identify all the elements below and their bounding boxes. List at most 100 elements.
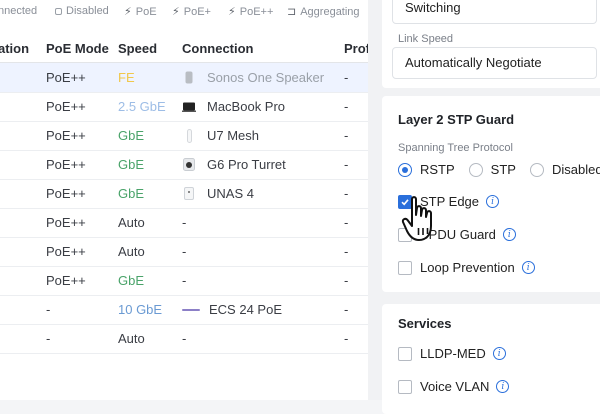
- connection-cell: -: [182, 331, 186, 346]
- table-header: ation PoE Mode Speed Connection Prof: [0, 35, 368, 63]
- services-title: Services: [398, 316, 452, 331]
- square-icon: [55, 7, 62, 15]
- table-row[interactable]: PoE++ FE Sonos One Speaker -: [0, 63, 368, 93]
- column-header[interactable]: ation: [0, 41, 29, 56]
- legend-label: PoE++: [239, 5, 274, 18]
- speed-cell: Auto: [118, 331, 145, 346]
- poe-mode-cell: -: [46, 331, 51, 346]
- legend-label: Disabled: [66, 5, 109, 17]
- link-line-icon: [182, 303, 200, 317]
- speed-cell: FE: [118, 70, 135, 85]
- table-row[interactable]: PoE++ 2.5 GbE MacBook Pro -: [0, 92, 368, 122]
- connection-cell: UNAS 4: [182, 186, 254, 201]
- table-row[interactable]: PoE++ GbE G6 Pro Turret -: [0, 150, 368, 180]
- column-header-poe-mode[interactable]: PoE Mode: [46, 41, 109, 56]
- speed-cell: 10 GbE: [118, 302, 163, 317]
- hand-cursor-icon: [401, 196, 432, 241]
- voice-vlan-checkbox[interactable]: [398, 379, 412, 394]
- profile-cell: -: [344, 302, 349, 317]
- radio-stp[interactable]: [468, 162, 483, 177]
- poe-mode-cell: PoE++: [46, 273, 86, 288]
- column-header-connection[interactable]: Connection: [182, 41, 254, 56]
- services-card: Services LLDP-MED i Voice VLAN i: [382, 304, 600, 414]
- spanning-tree-protocol-label: Spanning Tree Protocol: [398, 142, 513, 154]
- profile-cell: -: [344, 215, 349, 230]
- connection-name: G6 Pro Turret: [207, 157, 286, 172]
- speed-cell: Auto: [118, 244, 145, 259]
- poe-mode-cell: PoE++: [46, 244, 86, 259]
- table-row[interactable]: PoE++ GbE UNAS 4 -: [0, 179, 368, 209]
- voice-vlan-row: Voice VLAN i: [398, 379, 510, 394]
- ports-table-area: nnected Disabled ⚡ PoE ⚡ PoE+ ⚡ PoE++ ⊐ …: [0, 0, 368, 400]
- column-header-profile[interactable]: Prof: [344, 41, 368, 56]
- table-row[interactable]: PoE++ GbE - -: [0, 266, 368, 296]
- loop-prevention-checkbox[interactable]: [398, 260, 412, 275]
- legend-poe-plusplus: ⚡ PoE++: [228, 5, 274, 19]
- speed-cell: GbE: [118, 273, 145, 288]
- connection-name: -: [182, 215, 187, 230]
- radio-label-stp: STP: [490, 162, 516, 177]
- connection-cell: MacBook Pro: [182, 99, 285, 114]
- profile-cell: -: [344, 186, 349, 201]
- legend-label: Aggregating: [300, 5, 360, 18]
- poe-mode-cell: -: [46, 302, 51, 317]
- connection-name: U7 Mesh: [207, 128, 260, 143]
- radio-rstp[interactable]: [398, 162, 412, 177]
- profile-cell: -: [344, 99, 349, 114]
- info-icon[interactable]: i: [486, 195, 500, 208]
- link-speed-select[interactable]: Automatically Negotiate: [392, 47, 597, 79]
- legend-label: PoE: [135, 5, 157, 18]
- profile-cell: -: [344, 331, 349, 346]
- table-row[interactable]: PoE++ Auto - -: [0, 208, 368, 238]
- connection-name: ECS 24 PoE: [209, 302, 282, 317]
- table-row[interactable]: PoE++ GbE U7 Mesh -: [0, 121, 368, 151]
- legend-label: nnected: [0, 5, 38, 17]
- lldp-med-label: LLDP-MED: [420, 346, 486, 361]
- legend-poe-plus: ⚡ PoE+: [172, 5, 211, 19]
- connection-cell: G6 Pro Turret: [182, 157, 286, 172]
- poe-mode-cell: PoE++: [46, 157, 86, 172]
- lldp-med-row: LLDP-MED i: [398, 346, 506, 361]
- poe-mode-cell: PoE++: [46, 99, 86, 114]
- table-row[interactable]: - 10 GbE ECS 24 PoE -: [0, 295, 368, 325]
- stp-guard-card: Layer 2 STP Guard Spanning Tree Protocol…: [382, 96, 600, 292]
- info-icon[interactable]: i: [502, 228, 516, 241]
- info-icon[interactable]: i: [492, 347, 506, 360]
- speed-cell: GbE: [118, 157, 145, 172]
- access-point-icon: [182, 128, 196, 143]
- loop-prevention-label: Loop Prevention: [420, 260, 515, 275]
- profile-cell: -: [344, 157, 349, 172]
- connection-name: -: [182, 331, 187, 346]
- poe-mode-cell: PoE++: [46, 215, 86, 230]
- poe-mode-cell: PoE++: [46, 128, 86, 143]
- connection-name: Sonos One Speaker: [207, 70, 325, 85]
- aggregate-icon: ⊐: [287, 6, 297, 18]
- legend-label: PoE+: [183, 5, 211, 18]
- bolt-plus-icon: ⚡: [172, 6, 180, 18]
- connection-cell: -: [182, 244, 186, 259]
- port-config-card: Switching Link Speed Automatically Negot…: [382, 0, 600, 88]
- connection-name: UNAS 4: [207, 186, 254, 201]
- info-icon[interactable]: i: [496, 380, 510, 393]
- radio-disabled[interactable]: [529, 162, 544, 177]
- connection-name: -: [182, 244, 187, 259]
- connection-cell: -: [182, 273, 186, 288]
- profile-cell: -: [344, 128, 349, 143]
- column-header-speed[interactable]: Speed: [118, 41, 157, 56]
- link-speed-label: Link Speed: [398, 33, 454, 45]
- status-legend: nnected Disabled ⚡ PoE ⚡ PoE+ ⚡ PoE++ ⊐ …: [0, 0, 368, 22]
- poe-mode-cell: PoE++: [46, 70, 86, 85]
- table-row[interactable]: PoE++ Auto - -: [0, 237, 368, 267]
- operation-select[interactable]: Switching: [392, 0, 597, 24]
- table-row[interactable]: - Auto - -: [0, 324, 368, 354]
- legend-connected: nnected: [0, 5, 37, 17]
- radio-label-disabled: Disabled: [551, 162, 600, 177]
- lldp-med-checkbox[interactable]: [398, 346, 412, 361]
- voice-vlan-label: Voice VLAN: [420, 379, 490, 394]
- legend-poe: ⚡ PoE: [124, 5, 157, 19]
- poe-mode-cell: PoE++: [46, 186, 86, 201]
- profile-cell: -: [344, 273, 349, 288]
- legend-aggregating: ⊐ Aggregating: [287, 5, 360, 19]
- speed-cell: GbE: [118, 186, 145, 201]
- info-icon[interactable]: i: [521, 261, 535, 274]
